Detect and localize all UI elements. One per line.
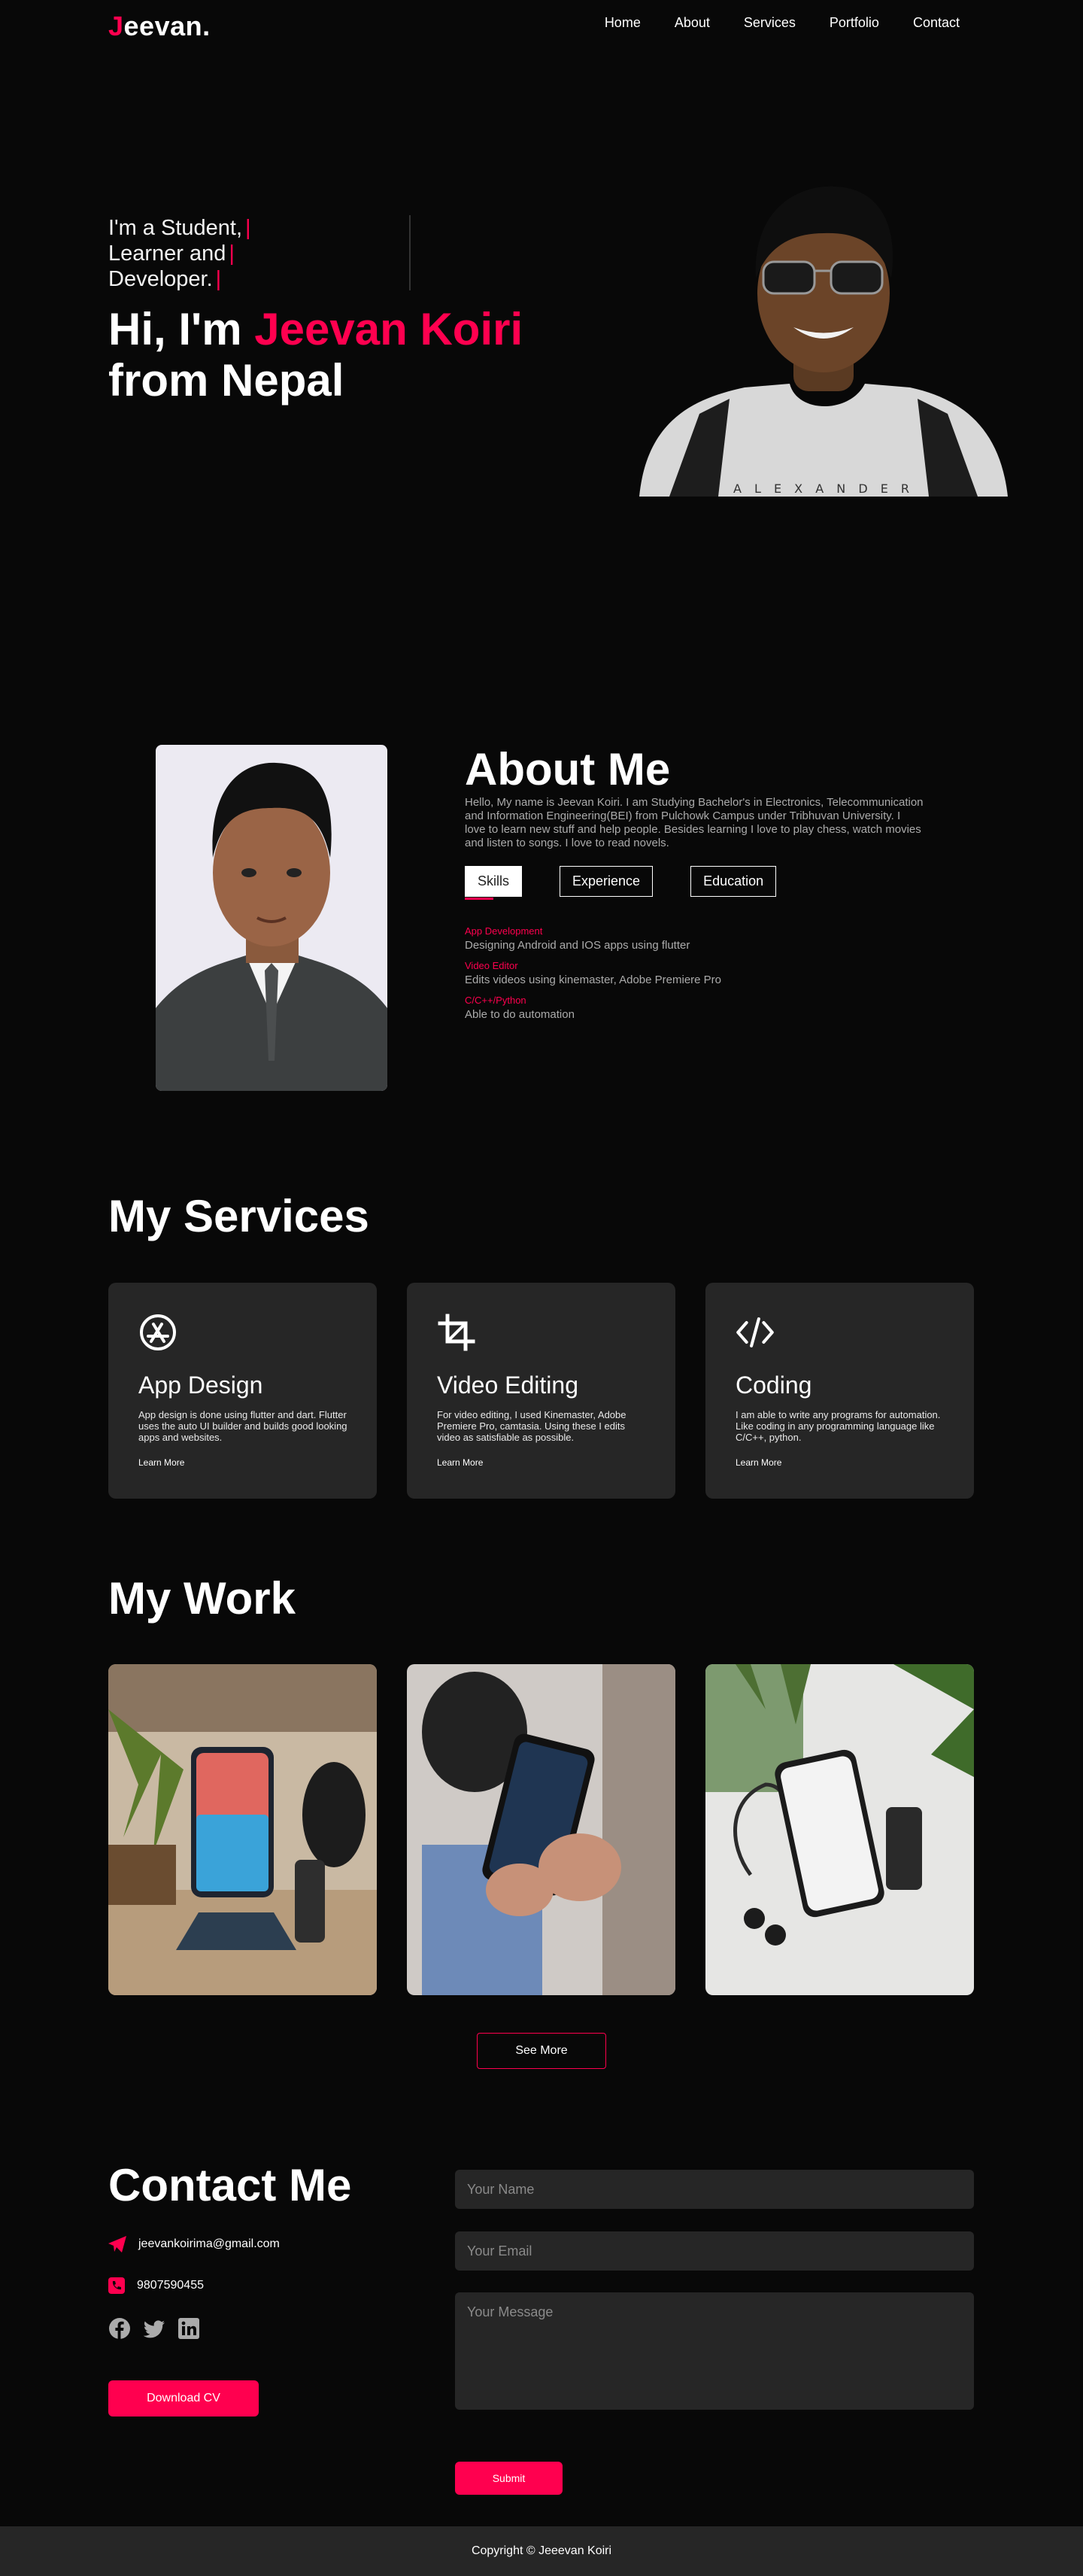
learn-more-link[interactable]: Learn More: [138, 1457, 184, 1468]
footer: Copyright © Jeeevan Koiri: [0, 2526, 1083, 2576]
phone-icon: [108, 2277, 125, 2294]
skill-item: C/C++/Python Able to do automation: [465, 995, 575, 1021]
hero-title: Hi, I'm Jeevan Koiri from Nepal: [108, 304, 523, 406]
hero-line: Developer. |: [108, 267, 222, 291]
copyright-text: Copyright © Jeeevan Koiri: [471, 2544, 612, 2557]
nav-contact[interactable]: Contact: [913, 15, 960, 31]
hero-portrait: A L E X A N D E R: [639, 186, 1008, 497]
hero-line: Learner and |: [108, 242, 235, 266]
hero-line: I'm a Student, |: [108, 216, 251, 240]
typing-caret: [409, 215, 411, 290]
email-field[interactable]: [455, 2231, 974, 2271]
nav-services[interactable]: Services: [744, 15, 796, 31]
hero-typed-lines: I'm a Student, | Learner and | Developer. |: [108, 215, 251, 292]
logo[interactable]: Jeevan.: [108, 11, 211, 42]
service-name: App Design: [138, 1372, 263, 1399]
submit-button[interactable]: Submit: [455, 2462, 563, 2495]
name-field[interactable]: [455, 2170, 974, 2209]
app-store-icon: [140, 1314, 176, 1350]
message-field[interactable]: [455, 2292, 974, 2410]
contact-title: Contact Me: [108, 2160, 352, 2210]
nav-portfolio[interactable]: Portfolio: [830, 15, 879, 31]
service-name: Video Editing: [437, 1372, 578, 1399]
hero-name: Jeevan Koiri: [254, 304, 523, 354]
learn-more-link[interactable]: Learn More: [437, 1457, 483, 1468]
linkedin-icon[interactable]: [177, 2317, 200, 2340]
service-card-coding: Coding I am able to write any programs f…: [705, 1283, 974, 1499]
about-portrait: [156, 745, 387, 1091]
learn-more-link[interactable]: Learn More: [736, 1457, 781, 1468]
paper-plane-icon: [108, 2236, 126, 2252]
svg-text:A L E X A N D E R: A L E X A N D E R: [733, 481, 914, 496]
facebook-icon[interactable]: [108, 2317, 131, 2340]
service-description: I am able to write any programs for auto…: [736, 1409, 941, 1443]
service-description: App design is done using flutter and dar…: [138, 1409, 347, 1443]
work-image-phone-desk[interactable]: [705, 1664, 974, 1995]
download-cv-button[interactable]: Download CV: [108, 2380, 259, 2417]
skill-item: Video Editor Edits videos using kinemaste…: [465, 960, 722, 986]
twitter-icon[interactable]: [143, 2317, 165, 2340]
contact-phone-row: 9807590455: [108, 2277, 204, 2294]
see-more-button[interactable]: See More: [477, 2033, 606, 2069]
service-name: Coding: [736, 1372, 812, 1399]
about-tabs: Skills Experience Education: [465, 866, 777, 897]
work-image-phone-in-hand[interactable]: [407, 1664, 675, 1995]
skill-item: App Development Designing Android and IOS…: [465, 925, 690, 952]
contact-email[interactable]: jeevankoirima@gmail.com: [138, 2237, 280, 2251]
nav-home[interactable]: Home: [605, 15, 641, 31]
tab-experience[interactable]: Experience: [560, 866, 654, 897]
service-card-video-editing: Video Editing For video editing, I used …: [407, 1283, 675, 1499]
main-nav: Home About Services Portfolio Contact: [605, 15, 960, 31]
service-description: For video editing, I used Kinemaster, Ad…: [437, 1409, 626, 1443]
about-description: Hello, My name is Jeevan Koiri. I am Stu…: [465, 796, 924, 849]
service-card-app-design: App Design App design is done using flut…: [108, 1283, 377, 1499]
tab-education[interactable]: Education: [690, 866, 777, 897]
crop-icon: [438, 1314, 475, 1351]
about-title: About Me: [465, 744, 671, 794]
logo-text: eevan.: [123, 11, 211, 41]
active-tab-indicator: [465, 898, 493, 900]
nav-about[interactable]: About: [675, 15, 710, 31]
work-title: My Work: [108, 1573, 296, 1624]
code-icon: [736, 1317, 774, 1347]
contact-email-row: jeevankoirima@gmail.com: [108, 2236, 280, 2252]
tab-skills[interactable]: Skills: [465, 866, 523, 897]
contact-phone[interactable]: 9807590455: [137, 2279, 204, 2292]
logo-initial: J: [108, 11, 124, 41]
work-image-phone-stand[interactable]: [108, 1664, 377, 1995]
services-title: My Services: [108, 1191, 369, 1241]
social-links: [108, 2317, 200, 2340]
